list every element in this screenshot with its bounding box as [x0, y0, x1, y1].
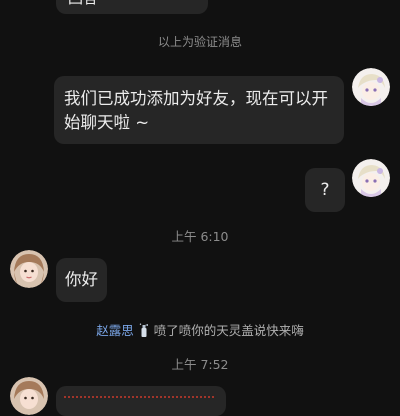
- poke-name-link[interactable]: 赵露思: [96, 323, 134, 338]
- message-bubble-question[interactable]: ?: [305, 168, 345, 212]
- poke-text: 喷了喷你的天灵盖说快来嗨: [153, 323, 304, 338]
- self-avatar[interactable]: [352, 159, 390, 197]
- contact-avatar[interactable]: [10, 250, 48, 288]
- message-text: 回答: [68, 0, 98, 7]
- message-bubble-hello[interactable]: 你好: [56, 258, 107, 302]
- timestamp: 上午 7:52: [171, 357, 229, 372]
- timestamp: 上午 6:10: [171, 229, 229, 244]
- message-bubble-friend-added[interactable]: 我们已成功添加为好友，现在可以开始聊天啦 ~: [54, 76, 344, 144]
- spray-bottle-icon: [139, 323, 149, 337]
- message-text: ?: [320, 180, 330, 200]
- self-avatar[interactable]: [352, 68, 390, 106]
- message-text: 我们已成功添加为好友，现在可以开始聊天啦 ~: [64, 89, 328, 132]
- chat-view: 回答 以上为验证消息 我们已成功添加为好友，现在可以开始聊天啦 ~: [0, 0, 400, 416]
- message-bubble-partial-bottom[interactable]: [56, 386, 226, 416]
- verification-notice: 以上为验证消息: [157, 35, 242, 49]
- message-bubble-partial-top[interactable]: 回答: [56, 0, 208, 14]
- partial-red-text-fragment: [64, 396, 214, 402]
- poke-notice: 赵露思 喷了喷你的天灵盖说快来嗨: [0, 320, 400, 339]
- message-text: 你好: [65, 270, 98, 289]
- contact-avatar[interactable]: [10, 377, 48, 415]
